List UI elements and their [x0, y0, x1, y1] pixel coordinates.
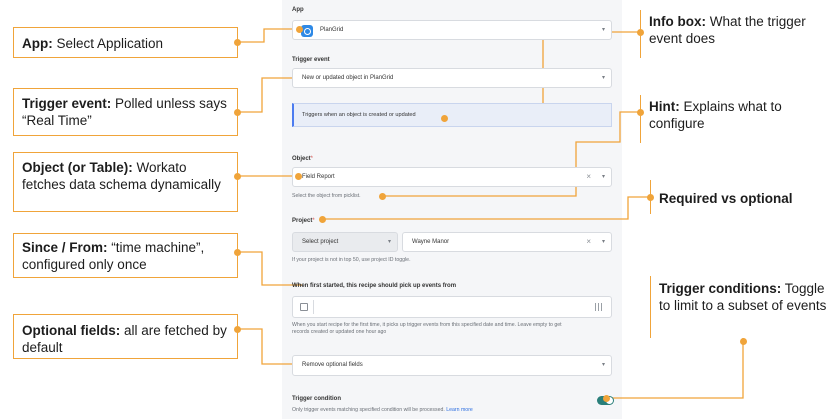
connector-dot [233, 248, 241, 256]
info-text: Triggers when an object is created or up… [302, 112, 416, 118]
callout-title: Required vs optional [659, 191, 793, 206]
since-label: When first started, this recipe should p… [292, 283, 457, 289]
object-label-text: Object [292, 156, 311, 162]
trigger-event-value: New or updated object in PlanGrid [302, 75, 394, 81]
date-picker-icon[interactable] [595, 303, 604, 311]
callout-trigger-conditions: Trigger conditions: Toggle to limit to a… [650, 276, 837, 338]
project-select[interactable]: Wayne Manor × ▾ [402, 232, 612, 252]
connector-dot [233, 172, 241, 180]
object-hint: Select the object from picklist. [292, 193, 361, 199]
callout-title: Object (or Table): [22, 160, 133, 175]
since-hint: When you start recipe for the first time… [292, 322, 562, 336]
trigger-event-label: Trigger event [292, 57, 330, 63]
learn-more-link[interactable]: Learn more [446, 407, 473, 413]
chevron-down-icon: ▾ [601, 362, 605, 368]
callout-title: App: [22, 36, 53, 51]
connector-dot [636, 108, 644, 116]
callout-hint: Hint: Explains what to configure [640, 95, 837, 143]
since-date-input[interactable] [292, 296, 612, 318]
since-hint-line-2: records created or updated one hour ago [292, 329, 387, 335]
chevron-down-icon: ▾ [601, 27, 605, 33]
object-label: Object* [292, 156, 313, 162]
object-select[interactable]: Field Report × ▾ [292, 167, 612, 187]
callout-title: Trigger event: [22, 96, 112, 111]
project-value: Wayne Manor [412, 239, 450, 245]
connector-dot [295, 25, 303, 33]
trigger-condition-hint: Only trigger events matching specified c… [292, 407, 473, 414]
callout-required-vs-optional: Required vs optional [650, 180, 837, 214]
connector-dot [233, 325, 241, 333]
project-hint: If your project is not in top 50, use pr… [292, 257, 411, 263]
connector-dot [294, 172, 302, 180]
callout-object: Object (or Table): Workato fetches data … [13, 152, 238, 212]
chevron-down-icon: ▾ [601, 75, 605, 81]
clear-icon[interactable]: × [586, 172, 591, 181]
project-mode-select[interactable]: Select project ▾ [292, 232, 398, 252]
callout-optional-fields: Optional fields: all are fetched by defa… [13, 314, 238, 359]
project-label: Project* [292, 218, 315, 224]
required-mark: * [310, 156, 314, 162]
app-value: PlanGrid [320, 27, 344, 33]
app-select[interactable]: PlanGrid ▾ [292, 20, 612, 40]
required-mark: * [312, 218, 315, 224]
connector-dot [233, 38, 241, 46]
connector-dot [233, 108, 241, 116]
callout-trigger-event: Trigger event: Polled unless says “Real … [13, 88, 238, 136]
clear-icon[interactable]: × [586, 237, 591, 246]
since-hint-line-1: When you start recipe for the first time… [292, 322, 562, 328]
connector-dot [646, 193, 654, 201]
callout-title: Optional fields: [22, 323, 121, 338]
divider [313, 300, 314, 314]
connector-dot [378, 192, 386, 200]
optional-fields-value: Remove optional fields [302, 362, 363, 368]
callout-info-box: Info box: What the trigger event does [640, 10, 837, 58]
callout-title: Trigger conditions: [659, 281, 782, 296]
callout-title: Since / From: [22, 240, 108, 255]
app-label: App [292, 7, 304, 13]
connector-dot [602, 394, 610, 402]
connector-dot [636, 28, 644, 36]
connector-dot [739, 337, 747, 345]
project-label-text: Project [292, 218, 313, 224]
chevron-down-icon: ▾ [601, 239, 605, 245]
plangrid-logo-icon [301, 25, 313, 37]
callout-text: Select Application [52, 36, 164, 51]
connector-dot [440, 114, 448, 122]
info-box: Triggers when an object is created or up… [292, 103, 612, 127]
condition-hint-text: Only trigger events matching specified c… [292, 407, 445, 413]
calendar-icon [300, 303, 308, 311]
optional-fields-select[interactable]: Remove optional fields ▾ [292, 355, 612, 376]
trigger-condition-label: Trigger condition [292, 396, 341, 402]
callout-since: Since / From: “time machine”, configured… [13, 233, 238, 278]
callout-title: Info box: [649, 14, 706, 29]
trigger-event-select[interactable]: New or updated object in PlanGrid ▾ [292, 68, 612, 88]
object-value: Field Report [302, 174, 335, 180]
project-mode-value: Select project [302, 239, 339, 245]
chevron-down-icon: ▾ [601, 174, 605, 180]
chevron-down-icon: ▾ [387, 239, 391, 245]
callout-app: App: Select Application [13, 27, 238, 58]
connector-dot [318, 215, 326, 223]
callout-title: Hint: [649, 99, 680, 114]
